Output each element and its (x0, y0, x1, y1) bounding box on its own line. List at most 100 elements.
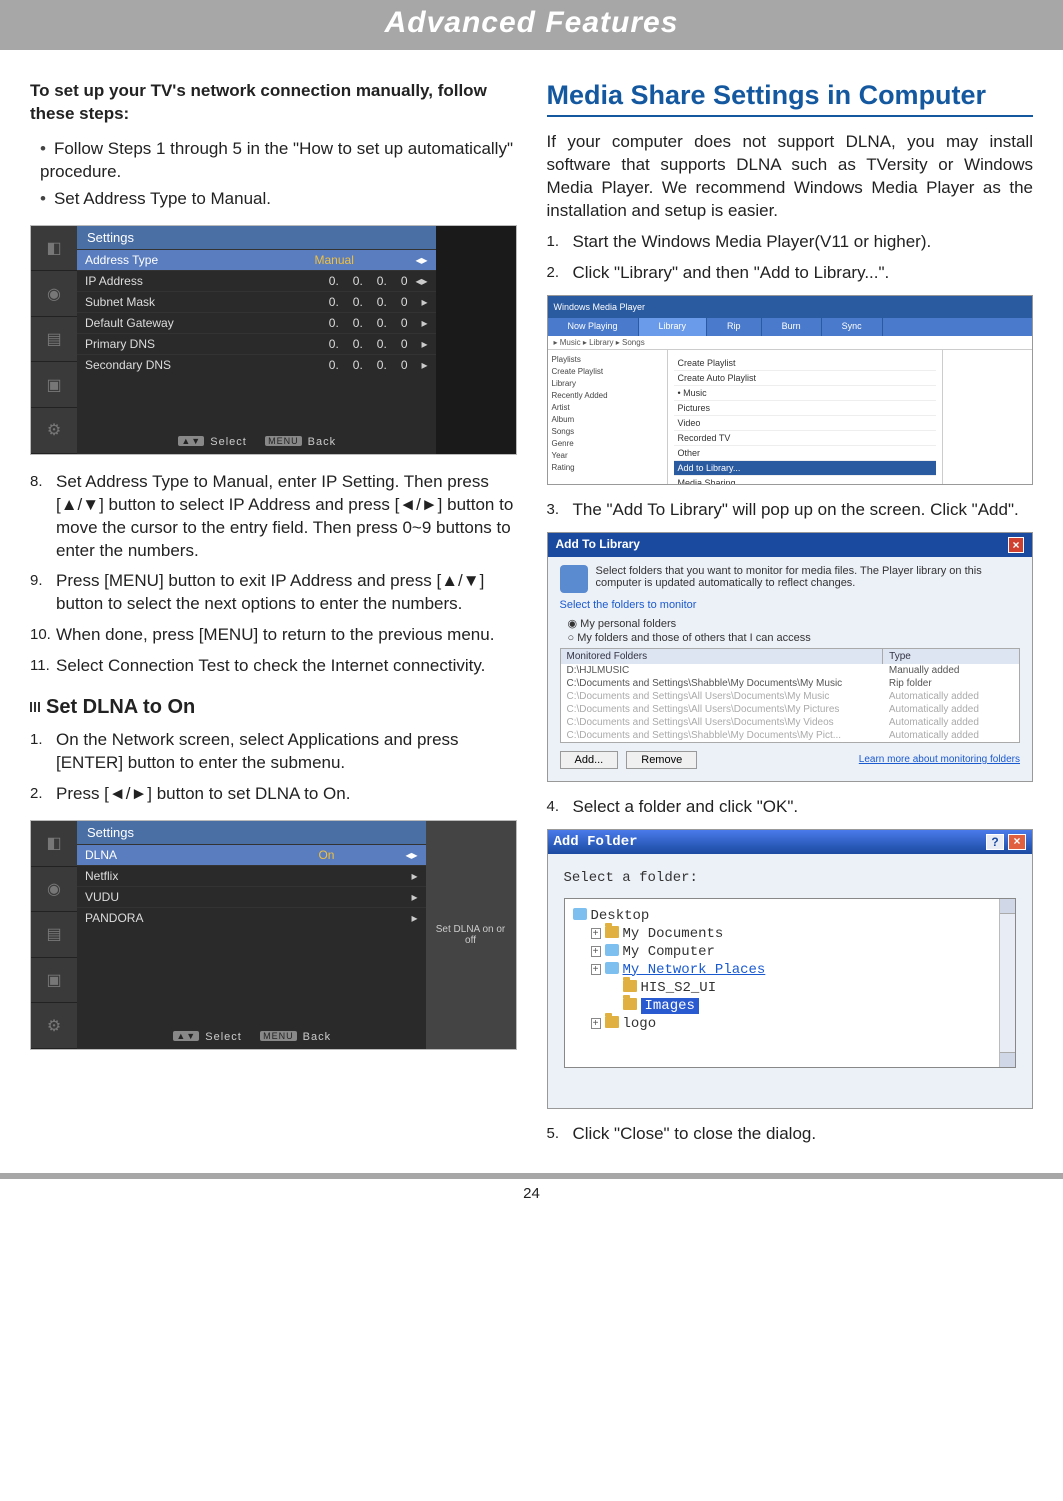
tv-setting-row[interactable]: Netflix▸ (77, 865, 426, 886)
learn-more-link[interactable]: Learn more about monitoring folders (859, 754, 1020, 765)
wmp-tree-item[interactable]: Recently Added (552, 390, 663, 402)
wmp-tree-item[interactable]: Genre (552, 438, 663, 450)
tv-sidebar: ◧ ◉ ▤ ▣ ⚙ (31, 226, 77, 454)
menu-key-icon: MENU (265, 436, 302, 446)
atl-table-row[interactable]: C:\Documents and Settings\All Users\Docu… (561, 690, 1020, 703)
close-icon[interactable]: × (1008, 537, 1024, 553)
tv-setting-row[interactable]: Address TypeManual◂▸ (77, 249, 436, 270)
wmp-menu-item[interactable]: Recorded TV (674, 431, 937, 446)
tree-node-his[interactable]: HIS_S2_UI (573, 979, 1008, 997)
expand-icon[interactable]: + (591, 946, 601, 957)
tv-setting-row[interactable]: Primary DNS0.0.0.0▸ (77, 333, 436, 354)
atl-table-row[interactable]: C:\Documents and Settings\Shabble\My Doc… (561, 729, 1020, 742)
wmp-breadcrumb: ▸ Music ▸ Library ▸ Songs (548, 336, 1033, 350)
atl-table-row[interactable]: C:\Documents and Settings\All Users\Docu… (561, 716, 1020, 729)
step-text: Click "Library" and then "Add to Library… (573, 262, 1034, 285)
wmp-tab[interactable]: Burn (762, 318, 822, 336)
atl-description: Select folders that you want to monitor … (560, 565, 1021, 593)
atl-table-header: Monitored Folders Type (561, 649, 1020, 664)
step-text: On the Network screen, select Applicatio… (56, 729, 517, 775)
scrollbar[interactable] (999, 899, 1015, 1067)
expand-icon[interactable]: + (591, 928, 601, 939)
af-title-text: Add Folder (554, 834, 638, 850)
tree-node-mydocs[interactable]: +My Documents (573, 925, 1008, 943)
tv-side-icon: ⚙ (31, 408, 77, 454)
tv-setting-row[interactable]: IP Address0.0.0.0◂▸ (77, 270, 436, 291)
wmp-title-text: Windows Media Player (554, 302, 646, 312)
footer-select-label: Select (205, 1031, 242, 1043)
atl-radio-others[interactable]: ○ My folders and those of others that I … (568, 632, 1021, 644)
wmp-tab[interactable]: Library (639, 318, 708, 336)
wmp-tree-item[interactable]: Album (552, 414, 663, 426)
tree-node-images[interactable]: Images (573, 997, 1008, 1015)
list-item: 2.Press [◄/►] button to set DLNA to On. (30, 783, 517, 806)
footer-select-label: Select (210, 436, 247, 448)
tv-sidebar: ◧ ◉ ▤ ▣ ⚙ (31, 821, 77, 1049)
expand-icon[interactable]: + (591, 1018, 601, 1029)
tv-side-icon: ▤ (31, 912, 77, 958)
desktop-icon (573, 908, 587, 920)
network-icon (605, 962, 619, 974)
step-number: 9. (30, 570, 56, 616)
page-number: 24 (0, 1179, 1063, 1222)
step-number: 1. (30, 729, 56, 775)
tree-node-mycomp[interactable]: +My Computer (573, 943, 1008, 961)
tv-settings-network-screenshot: ◧ ◉ ▤ ▣ ⚙ Settings Address TypeManual◂▸I… (30, 225, 517, 455)
folder-open-icon (623, 998, 637, 1010)
wmp-tab[interactable]: Now Playing (548, 318, 639, 336)
atl-table-row[interactable]: D:\HJLMUSICManually added (561, 664, 1020, 677)
wmp-tree-item[interactable]: Rating (552, 462, 663, 474)
step-number: 1. (547, 231, 573, 254)
step-text: Start the Windows Media Player(V11 or hi… (573, 231, 1034, 254)
media-share-step-4: 4. Select a folder and click "OK". (547, 796, 1034, 819)
page-header: Advanced Features (0, 0, 1063, 50)
wmp-tree-item[interactable]: Songs (552, 426, 663, 438)
tv-setting-row[interactable]: VUDU▸ (77, 886, 426, 907)
wmp-tree-item[interactable]: Artist (552, 402, 663, 414)
expand-icon[interactable]: + (591, 964, 601, 975)
help-icon[interactable]: ? (986, 834, 1004, 850)
wmp-menu-item[interactable]: Create Playlist (674, 356, 937, 371)
wmp-menu-item[interactable]: • Music (674, 386, 937, 401)
wmp-tree-item[interactable]: Playlists (552, 354, 663, 366)
add-button[interactable]: Add... (560, 751, 619, 769)
wmp-tree-item[interactable]: Library (552, 378, 663, 390)
list-item: 4. Select a folder and click "OK". (547, 796, 1034, 819)
tv-right-pad (436, 226, 516, 454)
list-item: 5. Click "Close" to close the dialog. (547, 1123, 1034, 1146)
wmp-menu-add-to-library[interactable]: Add to Library... (674, 461, 937, 476)
wmp-tab[interactable]: Rip (707, 318, 762, 336)
tree-node-desktop[interactable]: Desktop (573, 907, 1008, 925)
wmp-tab[interactable]: Sync (822, 318, 883, 336)
tv-setting-row[interactable]: Subnet Mask0.0.0.0▸ (77, 291, 436, 312)
wmp-titlebar: Windows Media Player (548, 296, 1033, 318)
tree-node-mynet[interactable]: +My Network Places (573, 961, 1008, 979)
wmp-menu-item[interactable]: Pictures (674, 401, 937, 416)
remove-button[interactable]: Remove (626, 751, 697, 769)
af-prompt: Select a folder: (564, 870, 1017, 886)
atl-radio-personal[interactable]: ◉ My personal folders (568, 617, 1021, 630)
wmp-menu-item[interactable]: Media Sharing... (674, 476, 937, 485)
tv-setting-row[interactable]: Secondary DNS0.0.0.0▸ (77, 354, 436, 375)
wmp-menu-item[interactable]: Video (674, 416, 937, 431)
wmp-menu-item[interactable]: Other (674, 446, 937, 461)
af-titlebar: Add Folder ? × (548, 830, 1033, 854)
tree-node-logo[interactable]: +logo (573, 1015, 1008, 1033)
tv-hint-panel: Set DLNA on or off (426, 821, 516, 1049)
wmp-menu-item[interactable]: Create Auto Playlist (674, 371, 937, 386)
close-icon[interactable]: × (1008, 834, 1026, 850)
tv-panel-title: Settings (77, 226, 436, 249)
folder-icon (605, 1016, 619, 1028)
af-folder-tree[interactable]: Desktop +My Documents +My Computer +My N… (564, 898, 1017, 1068)
list-item: 9.Press [MENU] button to exit IP Address… (30, 570, 517, 616)
tv-panel-title: Settings (77, 821, 426, 844)
atl-table-row[interactable]: C:\Documents and Settings\All Users\Docu… (561, 703, 1020, 716)
atl-table-row[interactable]: C:\Documents and Settings\Shabble\My Doc… (561, 677, 1020, 690)
tv-setting-row[interactable]: DLNAOn◂▸ (77, 844, 426, 865)
wmp-tree-item[interactable]: Create Playlist (552, 366, 663, 378)
folder-icon (623, 980, 637, 992)
left-column: To set up your TV's network connection m… (30, 80, 517, 1153)
tv-setting-row[interactable]: PANDORA▸ (77, 907, 426, 928)
tv-setting-row[interactable]: Default Gateway0.0.0.0▸ (77, 312, 436, 333)
wmp-tree-item[interactable]: Year (552, 450, 663, 462)
